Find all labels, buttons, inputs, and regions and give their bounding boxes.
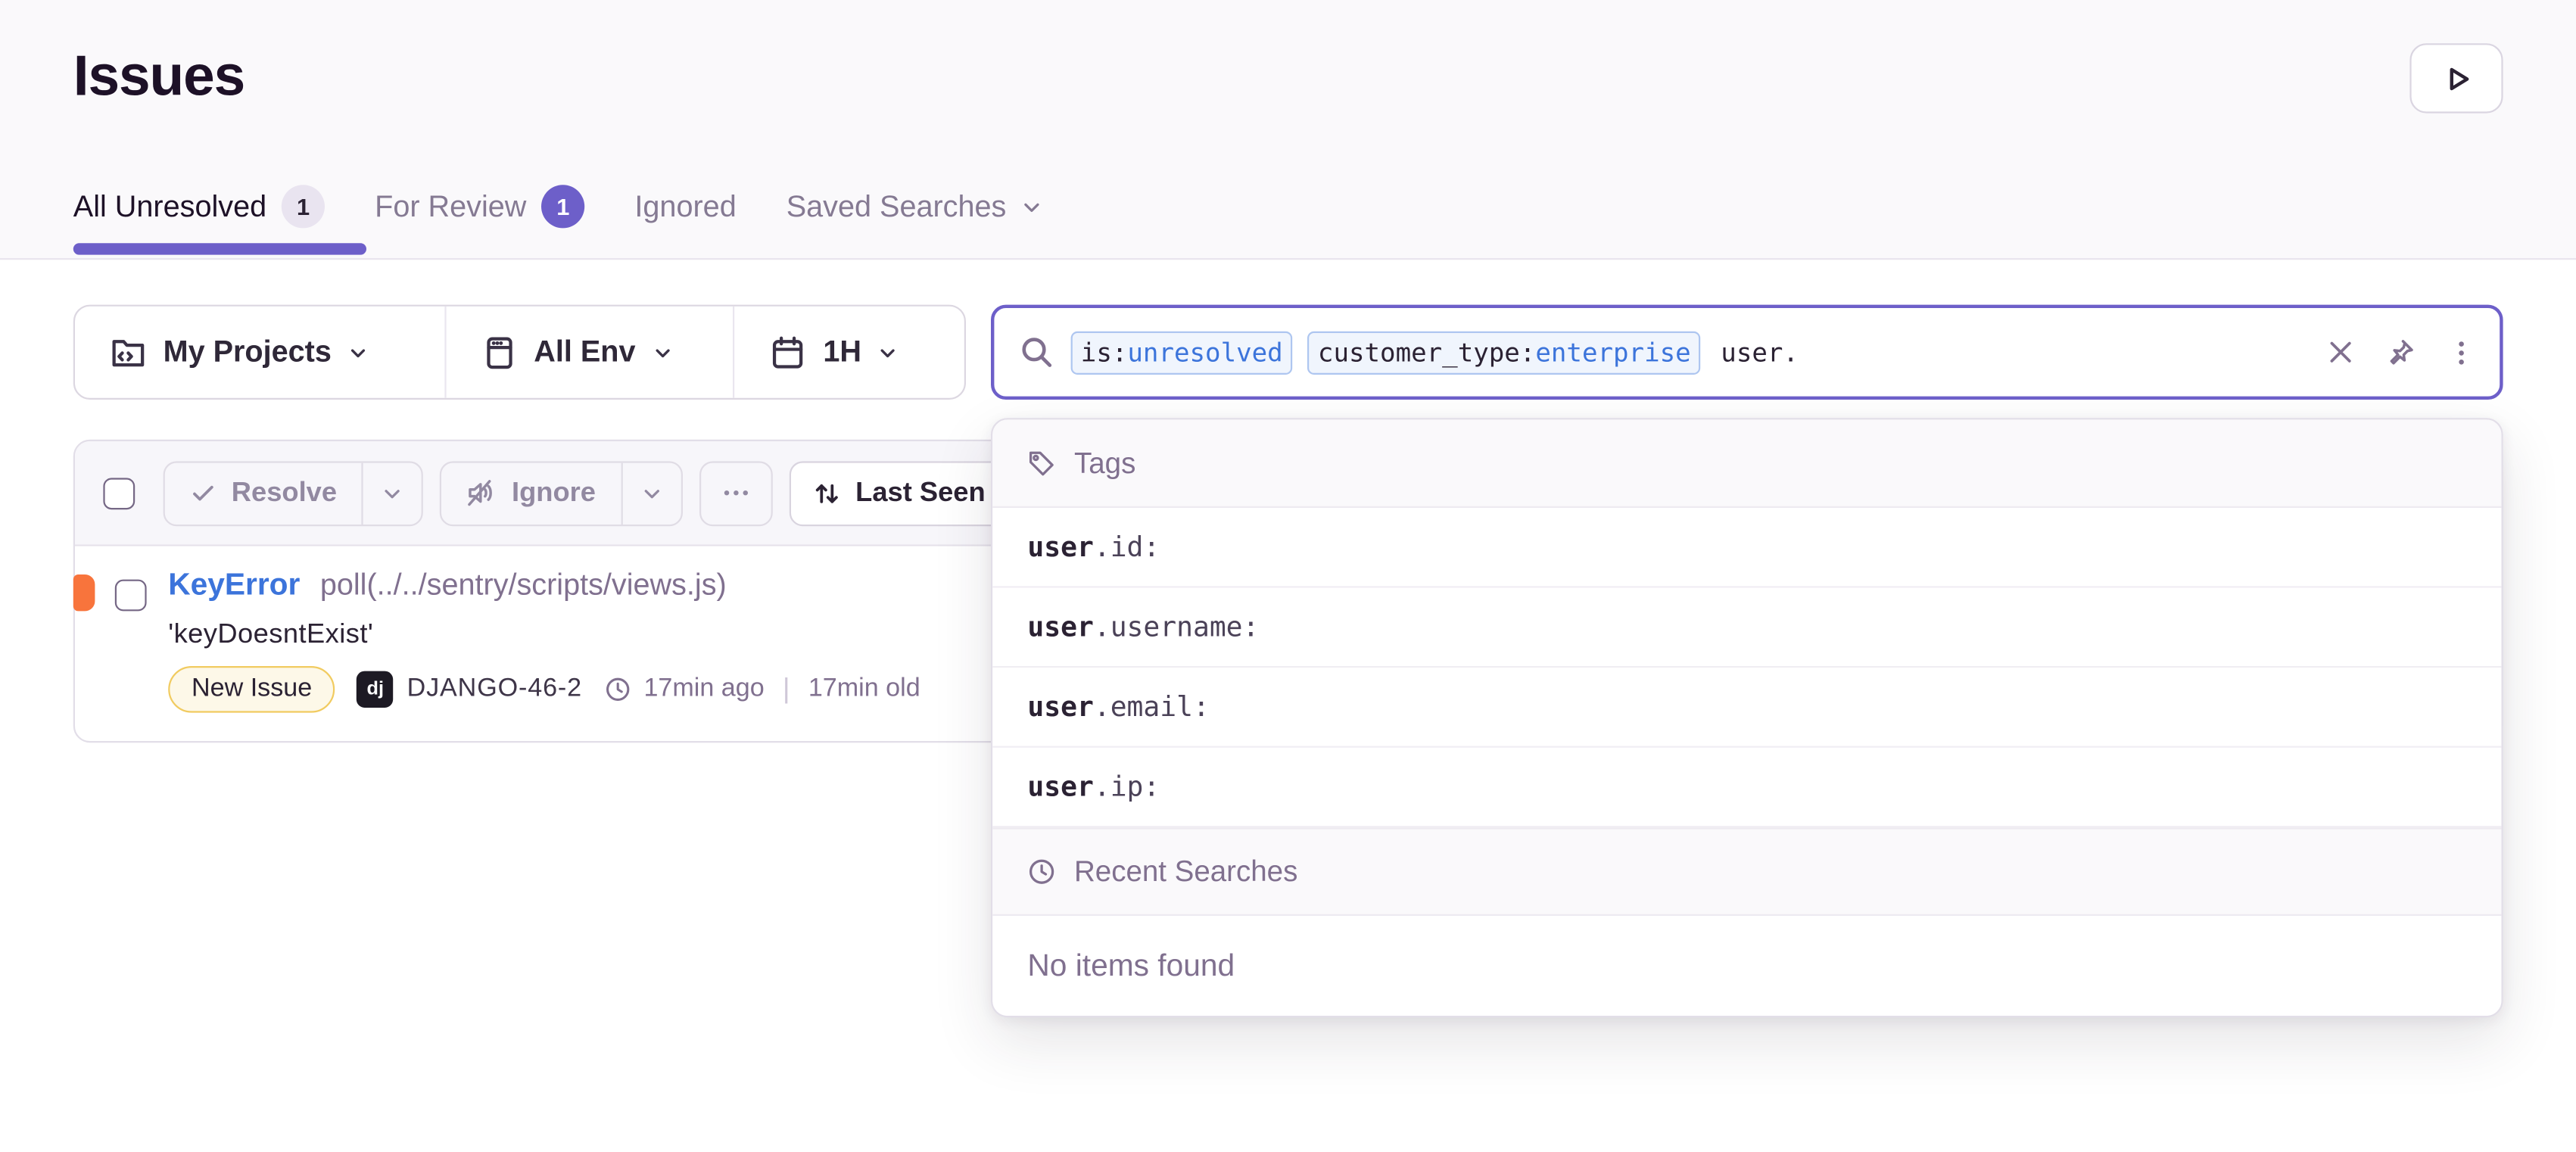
tab-label: All Unresolved bbox=[73, 189, 266, 224]
tab-for-review[interactable]: For Review 1 bbox=[375, 185, 584, 228]
matched-text: user bbox=[1027, 771, 1093, 803]
time-ago: 17min ago bbox=[643, 674, 764, 705]
search-token-customer-type[interactable]: customer_type:enterprise bbox=[1308, 331, 1701, 374]
token-key: is: bbox=[1081, 338, 1128, 368]
matched-text: user bbox=[1027, 531, 1093, 563]
search-suggestions-dropdown: Tags user.id: user.username: user.email:… bbox=[991, 418, 2503, 1017]
environment-filter-label: All Env bbox=[534, 335, 635, 369]
select-all-checkbox[interactable] bbox=[103, 477, 135, 509]
resolve-split-button: Resolve bbox=[164, 460, 424, 525]
check-icon bbox=[190, 480, 216, 506]
search-token-is-unresolved[interactable]: is:unresolved bbox=[1071, 331, 1293, 374]
recent-searches-label: Recent Searches bbox=[1074, 855, 1297, 889]
clear-search-icon[interactable] bbox=[2326, 338, 2354, 366]
resolve-dropdown-arrow[interactable] bbox=[362, 462, 422, 524]
matched-text: user bbox=[1027, 691, 1093, 723]
page-title: Issues bbox=[73, 45, 245, 110]
chevron-down-icon bbox=[1021, 196, 1043, 218]
project-short-id: DJANGO-46-2 bbox=[407, 674, 582, 705]
search-icon bbox=[1019, 335, 1054, 369]
new-issue-badge: New Issue bbox=[168, 666, 335, 713]
time-range-label: 1H bbox=[823, 335, 861, 369]
play-icon bbox=[2441, 63, 2472, 95]
issue-times: 17min ago | 17min old bbox=[604, 673, 920, 706]
resolve-button-label: Resolve bbox=[232, 477, 337, 509]
suggestion-rest: .username: bbox=[1094, 611, 1260, 643]
ignore-button[interactable]: Ignore bbox=[442, 462, 621, 524]
token-value: enterprise bbox=[1535, 338, 1690, 368]
issue-meta-row: New Issue dj DJANGO-46-2 17min ago | 17m… bbox=[168, 666, 920, 713]
window-icon bbox=[481, 334, 517, 370]
chevron-down-icon bbox=[878, 342, 898, 362]
tab-all-unresolved[interactable]: All Unresolved 1 bbox=[73, 185, 325, 228]
issue-tabs: All Unresolved 1 For Review 1 Ignored Sa… bbox=[73, 185, 1043, 228]
suggestion-rest: .id: bbox=[1094, 531, 1160, 563]
suggestion-user-id[interactable]: user.id: bbox=[992, 508, 2501, 588]
search-options-kebab-icon[interactable] bbox=[2448, 338, 2475, 368]
tab-count-badge: 1 bbox=[541, 185, 584, 228]
tab-label: For Review bbox=[375, 189, 526, 224]
matched-text: user bbox=[1027, 611, 1093, 643]
play-button[interactable] bbox=[2409, 43, 2503, 113]
sort-button[interactable]: Last Seen bbox=[789, 460, 1008, 525]
issue-title-link[interactable]: KeyError bbox=[168, 566, 300, 602]
ellipsis-icon bbox=[721, 478, 751, 508]
tags-section-header: Tags bbox=[992, 419, 2501, 508]
mute-icon bbox=[467, 478, 497, 508]
tab-count-badge: 1 bbox=[282, 185, 325, 228]
django-platform-icon: dj bbox=[357, 671, 394, 708]
chevron-down-icon bbox=[348, 342, 368, 362]
issue-message: 'keyDoesntExist' bbox=[168, 619, 373, 651]
projects-filter-label: My Projects bbox=[164, 335, 332, 369]
pin-search-icon[interactable] bbox=[2387, 338, 2417, 368]
suggestion-rest: .ip: bbox=[1094, 771, 1160, 803]
suggestion-user-username[interactable]: user.username: bbox=[992, 588, 2501, 668]
sort-button-label: Last Seen bbox=[855, 477, 985, 509]
tab-saved-searches[interactable]: Saved Searches bbox=[787, 189, 1043, 224]
suggestion-user-ip[interactable]: user.ip: bbox=[992, 748, 2501, 828]
chevron-down-icon bbox=[653, 342, 672, 362]
token-value: unresolved bbox=[1127, 338, 1282, 368]
clock-icon bbox=[604, 676, 631, 702]
search-typed-text[interactable]: user. bbox=[1721, 338, 1799, 368]
recent-searches-header: Recent Searches bbox=[992, 827, 2501, 916]
active-tab-underline bbox=[73, 243, 366, 254]
more-actions-button[interactable] bbox=[699, 460, 772, 525]
ignore-dropdown-arrow[interactable] bbox=[621, 462, 681, 524]
issue-search-bar[interactable]: is:unresolved customer_type:enterprise u… bbox=[991, 305, 2503, 400]
time-separator: | bbox=[777, 673, 795, 706]
folder-code-icon bbox=[110, 334, 146, 370]
tab-label: Ignored bbox=[634, 189, 736, 224]
issue-culprit: poll(../../sentry/scripts/views.js) bbox=[320, 568, 727, 602]
ignore-button-label: Ignore bbox=[512, 477, 596, 509]
error-level-bar bbox=[73, 574, 95, 611]
token-key: customer_type: bbox=[1318, 338, 1535, 368]
tab-label: Saved Searches bbox=[787, 189, 1007, 224]
tags-section-label: Tags bbox=[1074, 446, 1135, 481]
suggestion-rest: .email: bbox=[1094, 691, 1210, 723]
issues-page: Issues All Unresolved 1 For Review 1 Ign… bbox=[0, 0, 2576, 1152]
issue-select-checkbox[interactable] bbox=[115, 580, 147, 612]
suggestion-user-email[interactable]: user.email: bbox=[992, 668, 2501, 748]
projects-filter[interactable]: My Projects bbox=[75, 307, 444, 398]
project-link[interactable]: dj DJANGO-46-2 bbox=[357, 671, 582, 708]
sort-arrows-icon bbox=[812, 479, 840, 507]
issue-title-line: KeyError poll(../../sentry/scripts/views… bbox=[168, 566, 727, 602]
time-range-filter[interactable]: 1H bbox=[734, 307, 964, 398]
environment-filter[interactable]: All Env bbox=[444, 307, 733, 398]
issue-age: 17min old bbox=[808, 674, 920, 705]
tag-icon bbox=[1027, 449, 1055, 477]
calendar-icon bbox=[770, 334, 806, 370]
resolve-button[interactable]: Resolve bbox=[165, 462, 362, 524]
ignore-split-button: Ignore bbox=[440, 460, 682, 525]
clock-icon bbox=[1027, 858, 1055, 886]
tab-ignored[interactable]: Ignored bbox=[634, 189, 736, 224]
filter-bar: My Projects All Env bbox=[73, 305, 966, 400]
no-items-message: No items found bbox=[992, 916, 2501, 1016]
